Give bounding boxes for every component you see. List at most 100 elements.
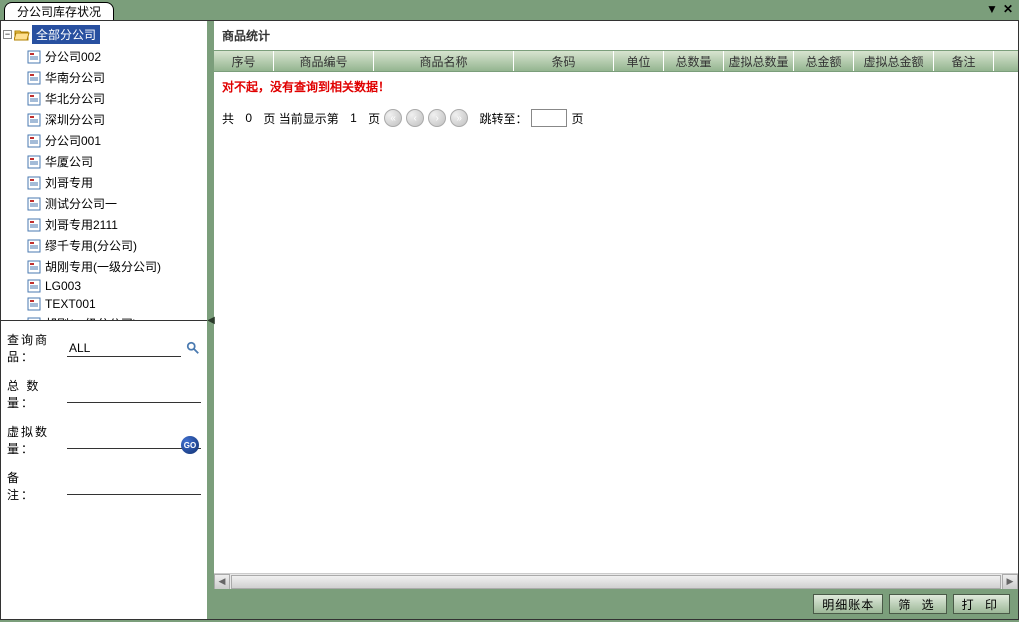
tree-item-label: 华南分公司 [45, 69, 105, 86]
page-mid1: 页 当前显示第 [263, 110, 338, 127]
column-header[interactable]: 序号 [214, 51, 274, 71]
search-virtualqty-label: 虚拟数量： [7, 423, 63, 457]
column-header[interactable]: 商品编号 [274, 51, 374, 71]
tree-item[interactable]: 测试分公司一 [23, 193, 205, 214]
splitter-handle[interactable]: ◀ [208, 308, 214, 332]
column-header[interactable]: 条码 [514, 51, 614, 71]
document-icon [26, 297, 42, 311]
column-header[interactable]: 总金额 [794, 51, 854, 71]
tree-item[interactable]: 胡刚(一级分公司) [23, 313, 205, 321]
tree-item-label: 缪千专用(分公司) [45, 237, 137, 254]
tree-item[interactable]: 华厦公司 [23, 151, 205, 172]
document-icon [26, 71, 42, 85]
tree-item[interactable]: 刘哥专用2111 [23, 214, 205, 235]
main-container: − 全部分公司 分公司002 华南分公司华北分公司深圳分公司分公司001 华厦公司刘… [0, 20, 1019, 620]
close-icon: ✕ [1003, 2, 1013, 16]
hscroll-right-button[interactable]: ▶ [1002, 574, 1018, 590]
tree-item-label: 华厦公司 [45, 153, 93, 170]
splitter[interactable]: ◀ [208, 21, 214, 619]
hscroll-left-button[interactable]: ◀ [214, 574, 230, 590]
close-button[interactable]: ✕ [1001, 2, 1015, 16]
search-totalqty-label: 总 数 量： [7, 377, 63, 411]
tree-item[interactable]: TEXT001 [23, 295, 205, 313]
pagination: 共 0 页 当前显示第 1 页 « ‹ › » 跳转至： 页 [222, 109, 1010, 127]
tree-item[interactable]: 胡刚专用(一级分公司) [23, 256, 205, 277]
page-jump-suffix: 页 [571, 110, 583, 127]
tree-item[interactable]: 深圳分公司 [23, 109, 205, 130]
tree-root[interactable]: − 全部分公司 [3, 25, 205, 44]
tab-inventory[interactable]: 分公司库存状况 [4, 2, 114, 20]
column-header[interactable]: 虚拟总金额 [854, 51, 934, 71]
tree-item[interactable]: 华北分公司 [23, 88, 205, 109]
go-label: GO [184, 441, 196, 450]
filter-button[interactable]: 筛 选 [889, 594, 946, 614]
tree-toggle[interactable]: − [3, 30, 12, 39]
content-title: 商品统计 [214, 21, 1018, 50]
search-area: 查询商品： 总 数 量： 虚拟数量： 备 注： GO [1, 321, 207, 619]
search-remark-row: 备 注： [7, 469, 201, 503]
window-controls: ▼ ✕ [985, 2, 1015, 16]
document-icon [26, 155, 42, 169]
tree-item[interactable]: 分公司002 [23, 46, 205, 67]
search-totalqty-row: 总 数 量： [7, 377, 201, 411]
detail-ledger-button[interactable]: 明细账本 [813, 594, 883, 614]
page-first-button[interactable]: « [384, 109, 402, 127]
tree-root-label: 全部分公司 [32, 25, 100, 44]
error-message: 对不起，没有查询到相关数据！ [222, 78, 1010, 95]
angle-right-icon: › [435, 113, 438, 124]
column-header[interactable]: 备注 [934, 51, 994, 71]
hscroll[interactable]: ◀ ▶ [214, 573, 1018, 589]
go-button[interactable]: GO [181, 436, 199, 454]
search-totalqty-input[interactable] [67, 386, 201, 403]
search-product-input[interactable] [67, 340, 181, 357]
page-prefix: 共 [222, 110, 234, 127]
page-current: 1 [350, 111, 357, 125]
folder-open-icon [14, 28, 30, 42]
tree-item[interactable]: 缪千专用(分公司) [23, 235, 205, 256]
page-jump-input[interactable] [531, 109, 567, 127]
minimize-button[interactable]: ▼ [985, 2, 999, 16]
page-prev-button[interactable]: ‹ [406, 109, 424, 127]
column-header[interactable]: 商品名称 [374, 51, 514, 71]
page-last-button[interactable]: » [450, 109, 468, 127]
tree-item[interactable]: 华南分公司 [23, 67, 205, 88]
tree-item-label: 深圳分公司 [45, 111, 105, 128]
hscroll-thumb[interactable] [231, 575, 1001, 589]
right-panel: 商品统计 序号商品编号商品名称条码单位总数量虚拟总数量总金额虚拟总金额备注 对不… [214, 21, 1018, 619]
tree-item-label: 胡刚专用(一级分公司) [45, 258, 161, 275]
document-icon [26, 134, 42, 148]
tree-area[interactable]: − 全部分公司 分公司002 华南分公司华北分公司深圳分公司分公司001 华厦公司刘… [1, 21, 207, 321]
page-total: 0 [245, 111, 252, 125]
chevron-right-icon: ▶ [1007, 576, 1014, 587]
tree-item[interactable]: 分公司001 [23, 130, 205, 151]
page-jump-label: 跳转至： [479, 110, 527, 127]
page-next-button[interactable]: › [428, 109, 446, 127]
tab-label: 分公司库存状况 [17, 3, 101, 20]
search-icon[interactable] [185, 340, 201, 356]
column-header[interactable]: 单位 [614, 51, 664, 71]
page-mid2: 页 [368, 110, 380, 127]
document-icon [26, 260, 42, 274]
angle-double-left-icon: « [390, 113, 396, 124]
document-icon [26, 197, 42, 211]
minimize-icon: ▼ [986, 2, 998, 16]
document-icon [26, 279, 42, 293]
tree-item[interactable]: LG003 [23, 277, 205, 295]
search-remark-label: 备 注： [7, 469, 63, 503]
tree-item[interactable]: 刘哥专用 [23, 172, 205, 193]
document-icon [26, 176, 42, 190]
tree-item-label: TEXT001 [45, 297, 96, 311]
tree-children: 分公司002 华南分公司华北分公司深圳分公司分公司001 华厦公司刘哥专用测试分公司… [3, 46, 205, 321]
print-button[interactable]: 打 印 [953, 594, 1010, 614]
search-remark-input[interactable] [67, 478, 201, 495]
footer: 明细账本 筛 选 打 印 [214, 589, 1018, 619]
search-product-row: 查询商品： [7, 331, 201, 365]
document-icon [26, 218, 42, 232]
document-icon [26, 92, 42, 106]
left-panel: − 全部分公司 分公司002 华南分公司华北分公司深圳分公司分公司001 华厦公司刘… [1, 21, 208, 619]
column-header[interactable]: 虚拟总数量 [724, 51, 794, 71]
tree-item-label: 测试分公司一 [45, 195, 117, 212]
tree-item-label: LG003 [45, 279, 81, 293]
document-icon [26, 50, 42, 64]
column-header[interactable]: 总数量 [664, 51, 724, 71]
